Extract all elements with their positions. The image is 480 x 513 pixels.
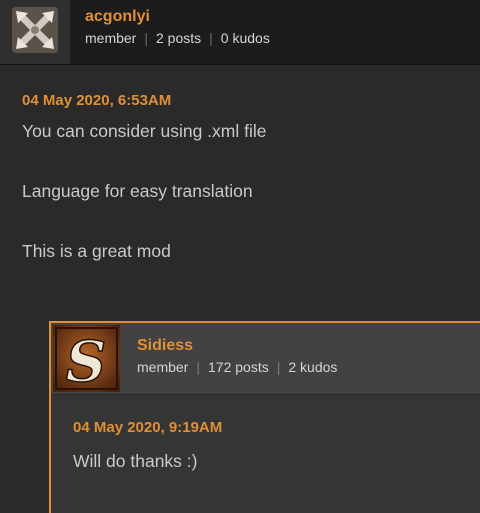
post-text-line: You can consider using .xml file xyxy=(22,121,267,141)
meta-separator: | xyxy=(196,359,200,375)
avatar-container xyxy=(0,0,70,64)
avatar-letter: S xyxy=(66,329,106,392)
author-name[interactable]: acgonlyi xyxy=(85,8,150,26)
author-role: member xyxy=(85,30,137,46)
post-text-line: Language for easy translation xyxy=(22,181,253,201)
post-header: acgonlyi member | 2 posts | 0 kudos xyxy=(0,0,480,65)
meta-separator: | xyxy=(209,30,213,46)
reply-author-kudos: 2 kudos xyxy=(288,359,338,375)
meta-separator: | xyxy=(144,30,148,46)
post-text-line: This is a great mod xyxy=(22,241,171,261)
author-post-count: 2 posts xyxy=(156,30,202,46)
meta-separator: | xyxy=(276,359,281,375)
reply-author-role: member xyxy=(137,359,189,375)
reply-header: S Sidiess member | 172 posts | 2 kudos xyxy=(51,323,480,395)
author-meta: member | 2 posts | 0 kudos xyxy=(85,30,270,46)
crossed-swords-x-icon[interactable] xyxy=(12,7,58,53)
reply-author-post-count: 172 posts xyxy=(208,359,269,375)
reply-author-meta: member | 172 posts | 2 kudos xyxy=(137,359,337,375)
reply-text: Will do thanks :) xyxy=(73,451,198,471)
reply-author-name[interactable]: Sidiess xyxy=(137,337,193,355)
letter-s-icon[interactable]: S xyxy=(53,325,120,392)
reply-date: 04 May 2020, 9:19AM xyxy=(73,419,223,436)
reply-post: S Sidiess member | 172 posts | 2 kudos 04 Ma… xyxy=(49,321,480,513)
post-date: 04 May 2020, 6:53AM xyxy=(22,92,172,109)
author-kudos: 0 kudos xyxy=(220,30,270,46)
